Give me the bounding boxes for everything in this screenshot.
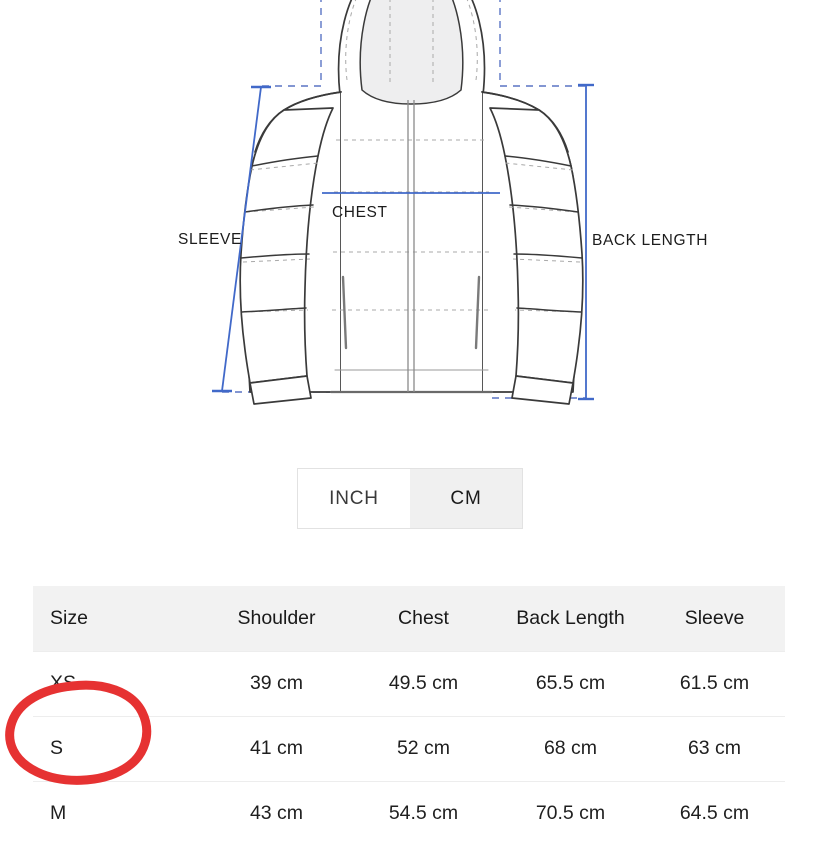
cell-shoulder: 43 cm bbox=[203, 780, 350, 846]
table-row[interactable]: XS 39 cm 49.5 cm 65.5 cm 61.5 cm bbox=[33, 651, 785, 716]
table-row[interactable]: M 43 cm 54.5 cm 70.5 cm 64.5 cm bbox=[33, 780, 785, 846]
table-body: XS 39 cm 49.5 cm 65.5 cm 61.5 cm S 41 cm… bbox=[33, 651, 785, 846]
cell-chest: 54.5 cm bbox=[350, 780, 497, 846]
cell-chest: 52 cm bbox=[350, 715, 497, 781]
cell-sleeve: 61.5 cm bbox=[679, 672, 750, 694]
cell-shoulder: 41 cm bbox=[203, 715, 350, 781]
column-header-shoulder: Shoulder bbox=[203, 586, 350, 652]
diagram-label-sleeve: SLEEVE bbox=[178, 231, 242, 248]
unit-toggle-inch[interactable]: INCH bbox=[298, 469, 410, 528]
table-header-row: Size Shoulder Chest Back Length Sleeve bbox=[33, 586, 785, 652]
cell-back-length: 68 cm bbox=[497, 715, 644, 781]
jacket-illustration bbox=[212, 0, 594, 405]
hood-opening bbox=[359, 0, 464, 105]
cell-back-length: 70.5 cm bbox=[497, 780, 644, 846]
table-header: Size Shoulder Chest Back Length Sleeve bbox=[33, 586, 785, 652]
column-header-chest: Chest bbox=[350, 586, 497, 652]
cell-sleeve: 63 cm bbox=[644, 715, 785, 781]
cell-size: XS bbox=[50, 672, 77, 694]
cell-back-length: 65.5 cm bbox=[535, 672, 606, 694]
size-chart-table: Size Shoulder Chest Back Length Sleeve X… bbox=[33, 586, 785, 846]
unit-toggle-group[interactable]: INCH CM bbox=[297, 468, 523, 529]
column-header-sleeve: Sleeve bbox=[644, 586, 785, 652]
diagram-label-back-length: BACK LENGTH bbox=[592, 232, 708, 249]
table-row[interactable]: S 41 cm 52 cm 68 cm 63 cm bbox=[33, 715, 785, 781]
unit-toggle-cm[interactable]: CM bbox=[410, 469, 522, 528]
column-header-size: Size bbox=[33, 586, 203, 652]
diagram-label-chest: CHEST bbox=[332, 204, 388, 221]
column-header-back-length: Back Length bbox=[497, 586, 644, 652]
cell-size: M bbox=[33, 780, 203, 846]
cell-chest: 49.5 cm bbox=[388, 672, 459, 694]
size-guide-diagram: SLEEVE CHEST BACK LENGTH bbox=[0, 0, 815, 440]
cell-shoulder: 39 cm bbox=[249, 672, 304, 694]
cell-sleeve: 64.5 cm bbox=[644, 780, 785, 846]
cell-size: S bbox=[33, 715, 203, 781]
